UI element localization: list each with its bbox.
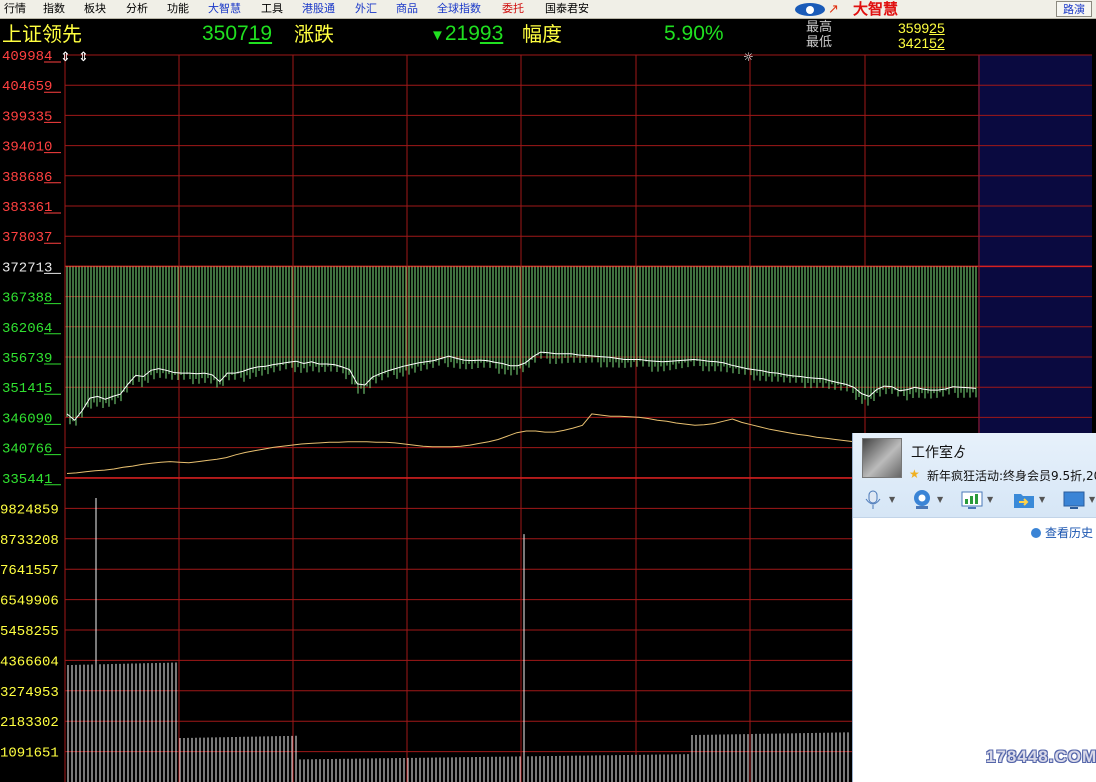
chevron-down-icon: ▼ [889, 495, 896, 504]
avatar[interactable] [862, 438, 902, 478]
screen-chart-icon [961, 491, 983, 509]
voice-call-button[interactable]: ▼ [863, 489, 895, 511]
volume-tick-label: 9824859 [0, 502, 59, 518]
sun-marker-icon: ☼ [743, 50, 754, 64]
price-tick-label: 388686 [2, 170, 52, 186]
volume-tick-label: 4366604 [0, 654, 59, 670]
site-watermark: 178448.COM [986, 747, 1096, 766]
remote-assist-button[interactable]: ▼ [961, 489, 993, 511]
send-file-button[interactable]: ▼ [1013, 489, 1045, 511]
view-history-link[interactable]: 查看历史 [1031, 524, 1093, 541]
chevron-down-icon: ▼ [987, 495, 994, 504]
chat-status-text: 新年疯狂活动:终身会员9.5折,20 [927, 469, 1096, 483]
price-tick-label: 409984 [2, 49, 52, 65]
volume-tick-label: 5458255 [0, 624, 59, 640]
webcam-icon [914, 490, 930, 509]
price-tick-label: 367388 [2, 291, 52, 307]
price-tick-label: 404659 [2, 79, 52, 95]
price-tick-label: 394010 [2, 140, 52, 156]
price-tick-label: 378037 [2, 230, 52, 246]
share-screen-button[interactable]: ▼ [1063, 489, 1095, 511]
volume-tick-label: 2183302 [0, 715, 59, 731]
volume-tick-label: 1091651 [0, 746, 59, 762]
video-call-button[interactable]: ▼ [911, 489, 943, 511]
chat-contact-name: 工作室ゟ [911, 445, 967, 461]
price-tick-label: 335441 [2, 472, 52, 488]
chevron-down-icon: ▼ [1039, 495, 1046, 504]
volume-tick-label: 8733208 [0, 533, 59, 549]
microphone-icon [865, 490, 881, 509]
volume-tick-label: 7641557 [0, 563, 59, 579]
monitor-icon [1063, 491, 1085, 509]
scroll-updown-icon[interactable]: ⇕ [78, 50, 89, 65]
price-tick-label: 356739 [2, 351, 52, 367]
folder-arrow-icon [1014, 494, 1034, 508]
price-tick-label: 346090 [2, 411, 52, 427]
chevron-down-icon: ▼ [937, 495, 944, 504]
price-tick-label: 383361 [2, 200, 52, 216]
scroll-updown-icon[interactable]: ⇕ [60, 50, 71, 65]
price-tick-label: 362064 [2, 321, 52, 337]
chevron-down-icon: ▼ [1089, 495, 1096, 504]
chat-header: 工作室ゟ ★ 新年疯狂活动:终身会员9.5折,20 ▼ ▼ ▼ ▼ ▼ [853, 433, 1096, 518]
price-tick-label: 340766 [2, 442, 52, 458]
star-icon: ★ [909, 467, 920, 481]
reference-price-label: 372713 [2, 260, 52, 276]
view-history-label: 查看历史 [1045, 526, 1094, 540]
chat-popup[interactable]: 工作室ゟ ★ 新年疯狂活动:终身会员9.5折,20 ▼ ▼ ▼ ▼ ▼ 查看历史 [852, 433, 1096, 782]
volume-tick-label: 3274953 [0, 685, 59, 701]
clock-icon [1031, 528, 1041, 538]
price-tick-label: 351415 [2, 381, 52, 397]
volume-tick-label: 6549906 [0, 594, 59, 610]
price-tick-label: 399335 [2, 109, 52, 125]
